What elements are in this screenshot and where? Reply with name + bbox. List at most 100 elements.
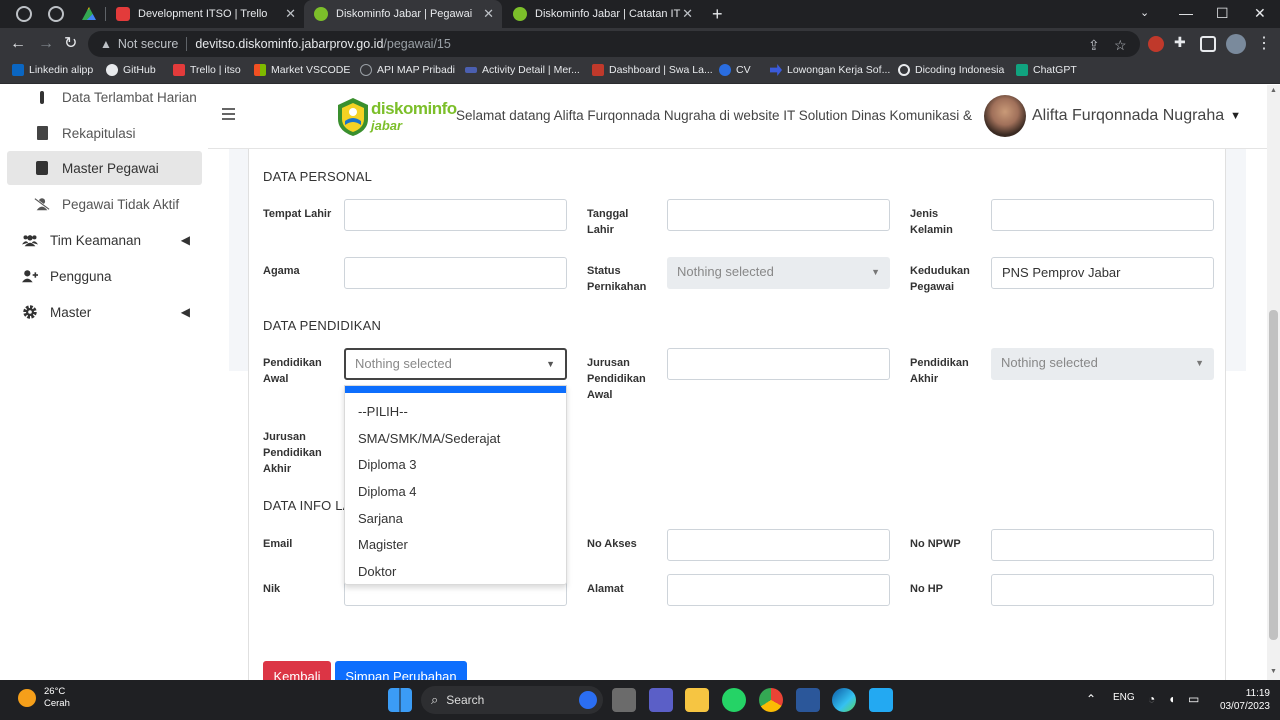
page-viewport: Data Terlambat Harian Rekapitulasi Maste… <box>0 85 1267 680</box>
dropdown-option[interactable]: Sarjana <box>345 506 566 533</box>
vscode-icon[interactable] <box>869 688 893 712</box>
bookmark-label: Market VSCODE <box>271 64 351 76</box>
jenis-kelamin-input[interactable] <box>991 199 1214 231</box>
sidebar-item-data-terlambat[interactable]: Data Terlambat Harian <box>0 85 208 114</box>
pendidikan-akhir-select[interactable]: Nothing selected ▼ <box>991 348 1214 380</box>
user-menu[interactable]: Alifta Furqonnada Nugraha ▼ <box>984 95 1242 137</box>
page-scrollbar[interactable]: ▲ ▼ <box>1267 85 1280 680</box>
close-tab-icon[interactable]: ✕ <box>682 6 693 22</box>
close-tab-icon[interactable]: ✕ <box>285 6 296 22</box>
chrome-icon[interactable] <box>759 688 783 712</box>
tempat-lahir-input[interactable] <box>344 199 567 231</box>
sidebar-item-master-pegawai[interactable]: Master Pegawai <box>7 151 202 185</box>
menu-kebab-icon[interactable]: ⋮ <box>1256 34 1272 54</box>
forward-icon[interactable]: → <box>38 34 54 54</box>
bookmark-star-icon[interactable]: ☆ <box>1114 37 1127 54</box>
whatsapp-icon[interactable] <box>722 688 746 712</box>
sidebar-item-pengguna[interactable]: Pengguna <box>0 259 208 293</box>
bookmark-market-vscode[interactable]: Market VSCODE <box>254 64 350 76</box>
bookmark-chatgpt[interactable]: ChatGPT <box>1016 64 1077 76</box>
browser-profile-avatar[interactable] <box>1226 34 1246 54</box>
scrollbar-thumb[interactable] <box>1269 310 1278 640</box>
scroll-down-icon[interactable]: ▼ <box>1270 668 1277 675</box>
save-button[interactable]: Simpan Perubahan <box>335 661 467 680</box>
bookmark-cv[interactable]: CV <box>719 64 751 76</box>
taskbar-search[interactable]: ⌕ Search <box>421 686 603 714</box>
bookmark-github[interactable]: GitHub <box>106 64 156 76</box>
bookmark-dashboard[interactable]: Dashboard | Swa La... <box>592 64 713 76</box>
bookmark-api-map[interactable]: API MAP Pribadi <box>360 64 455 76</box>
diskominfo-logo[interactable]: diskominfo jabar <box>336 97 457 137</box>
teams-icon[interactable] <box>649 688 673 712</box>
agama-input[interactable] <box>344 257 567 289</box>
temperature: 26°C <box>44 686 66 697</box>
bookmark-trello[interactable]: Trello | itso <box>173 64 241 76</box>
speaker-icon[interactable]: ◖ <box>1168 692 1175 706</box>
side-panel-icon[interactable] <box>1200 36 1216 52</box>
tab-title: Development ITSO | Trello <box>138 8 268 20</box>
dropdown-option[interactable]: Doktor <box>345 559 566 586</box>
github-icon <box>106 64 118 76</box>
language-indicator[interactable]: ENG <box>1113 692 1135 703</box>
tab-pegawai[interactable]: Diskominfo Jabar | Pegawai ✕ <box>304 0 502 28</box>
pendidikan-awal-select[interactable]: Nothing selected ▼ <box>344 348 567 380</box>
scroll-up-icon[interactable]: ▲ <box>1270 87 1277 94</box>
file-explorer-icon[interactable] <box>685 688 709 712</box>
back-button[interactable]: Kembali <box>263 661 331 680</box>
no-npwp-input[interactable] <box>991 529 1214 561</box>
tab-catatan-it[interactable]: Diskominfo Jabar | Catatan IT ✕ <box>503 0 701 28</box>
maximize-button[interactable]: ☐ <box>1216 4 1229 22</box>
dropdown-option[interactable]: Magister <box>345 532 566 559</box>
back-icon[interactable]: ← <box>10 34 26 54</box>
windows-start-icon[interactable] <box>388 688 412 712</box>
sidebar-item-pegawai-tidak-aktif[interactable]: Pegawai Tidak Aktif <box>0 187 208 221</box>
sidebar-item-tim-keamanan[interactable]: Tim Keamanan ◀ <box>0 223 208 257</box>
globe-icon[interactable] <box>48 6 64 22</box>
share-icon[interactable]: ⇪ <box>1088 37 1100 54</box>
address-bar[interactable]: ▲ Not secure devitso.diskominfo.jabarpro… <box>88 31 1140 57</box>
no-hp-input[interactable] <box>991 574 1214 606</box>
task-view-icon[interactable] <box>612 688 636 712</box>
bookmark-dicoding[interactable]: Dicoding Indonesia <box>898 64 1004 76</box>
sidebar-item-rekapitulasi[interactable]: Rekapitulasi <box>0 116 208 150</box>
dropdown-option[interactable]: Diploma 3 <box>345 452 566 479</box>
status-pernikahan-select[interactable]: Nothing selected ▼ <box>667 257 890 289</box>
close-tab-icon[interactable]: ✕ <box>483 6 494 22</box>
word-icon[interactable] <box>796 688 820 712</box>
jurusan-awal-input[interactable] <box>667 348 890 380</box>
chevron-up-icon[interactable]: ⌃ <box>1086 692 1096 706</box>
new-tab-button[interactable]: + <box>712 4 723 24</box>
system-clock[interactable]: 11:19 03/07/2023 <box>1214 687 1270 713</box>
extension-red-icon[interactable] <box>1148 36 1164 52</box>
bookmark-lowongan[interactable]: Lowongan Kerja Sof... <box>770 64 890 76</box>
sidebar-item-master[interactable]: Master ◀ <box>0 295 208 329</box>
nik-label: Nik <box>263 583 281 595</box>
linkedin-icon <box>12 64 24 76</box>
dropdown-option[interactable]: SMA/SMK/MA/Sederajat <box>345 426 566 453</box>
tanggal-lahir-input[interactable] <box>667 199 890 231</box>
hamburger-menu-icon[interactable] <box>222 108 235 120</box>
bookmark-activity-detail[interactable]: Activity Detail | Mer... <box>465 64 580 76</box>
dropdown-option[interactable]: Diploma 4 <box>345 479 566 506</box>
battery-icon[interactable]: ▭ <box>1188 692 1199 706</box>
tab-title: Diskominfo Jabar | Pegawai <box>336 8 473 20</box>
chrome-icon[interactable] <box>16 6 32 22</box>
reload-icon[interactable]: ↻ <box>64 34 77 54</box>
section-title-info: DATA INFO LA <box>263 498 352 513</box>
select-value: Nothing selected <box>677 264 774 279</box>
no-akses-input[interactable] <box>667 529 890 561</box>
edge-icon[interactable] <box>832 688 856 712</box>
weather-widget[interactable]: 26°C Cerah <box>18 686 70 710</box>
bookmark-linkedin[interactable]: Linkedin alipp <box>12 64 93 76</box>
close-window-button[interactable]: ✕ <box>1254 4 1266 22</box>
drive-icon[interactable] <box>82 7 96 20</box>
dropdown-option[interactable]: --PILIH-- <box>345 399 566 426</box>
wifi-icon[interactable]: ◔ <box>1148 692 1155 706</box>
no-akses-label: No Akses <box>587 538 637 550</box>
puzzle-extensions-icon[interactable]: ✚ <box>1174 34 1190 50</box>
tab-search-chevron-icon[interactable]: ⌄ <box>1140 4 1149 22</box>
alamat-input[interactable] <box>667 574 890 606</box>
tab-trello[interactable]: Development ITSO | Trello ✕ <box>106 0 304 28</box>
minimize-button[interactable]: — <box>1179 4 1193 22</box>
kedudukan-input[interactable]: PNS Pemprov Jabar <box>991 257 1214 289</box>
